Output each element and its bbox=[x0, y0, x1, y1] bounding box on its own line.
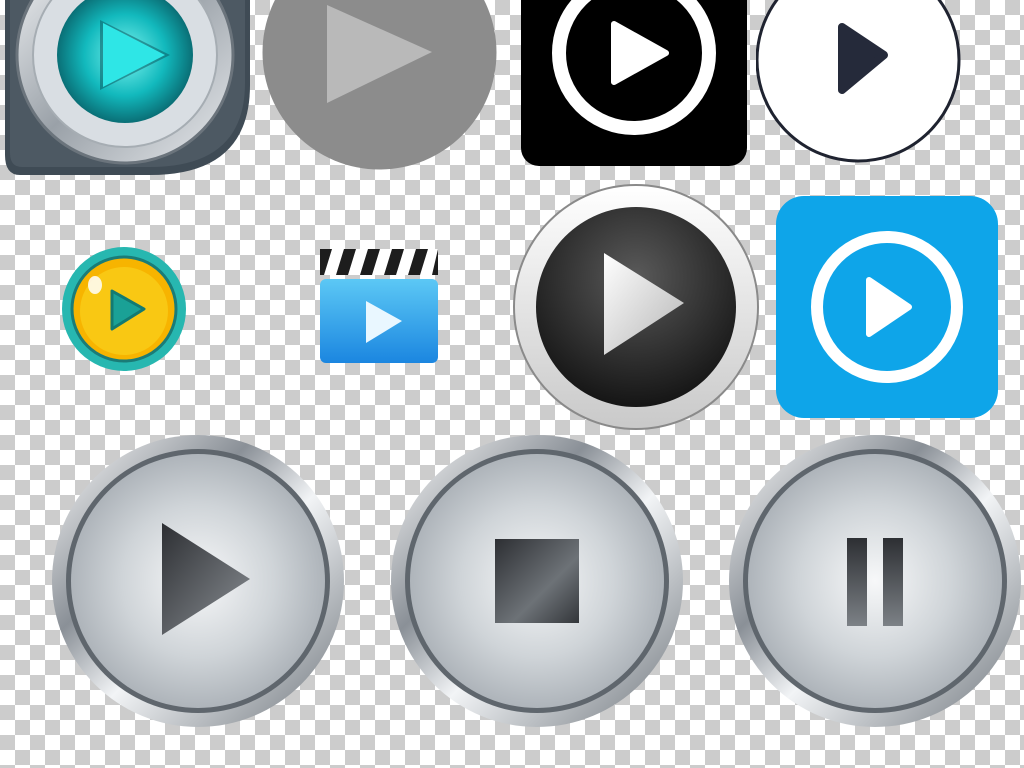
yellow-cartoon-play-icon[interactable] bbox=[60, 245, 188, 373]
chrome-pause-button-icon[interactable] bbox=[727, 433, 1023, 729]
clapperboard-video-play-icon[interactable] bbox=[318, 245, 440, 367]
chrome-stop-button-icon[interactable] bbox=[389, 433, 685, 729]
white-circle-play-icon[interactable] bbox=[756, 0, 961, 165]
blue-square-ring-play-icon[interactable] bbox=[776, 196, 998, 418]
icon-sheet: { "title": "", "icons": [ {"name": "meta… bbox=[0, 0, 1024, 768]
chrome-play-button-icon[interactable] bbox=[50, 433, 346, 729]
black-square-ring-play-icon[interactable] bbox=[521, 0, 747, 166]
metallic-teal-play-button-icon[interactable] bbox=[0, 0, 255, 180]
gray-circle-play-icon[interactable] bbox=[262, 0, 497, 170]
dark-glossy-play-button-icon[interactable] bbox=[512, 183, 760, 431]
